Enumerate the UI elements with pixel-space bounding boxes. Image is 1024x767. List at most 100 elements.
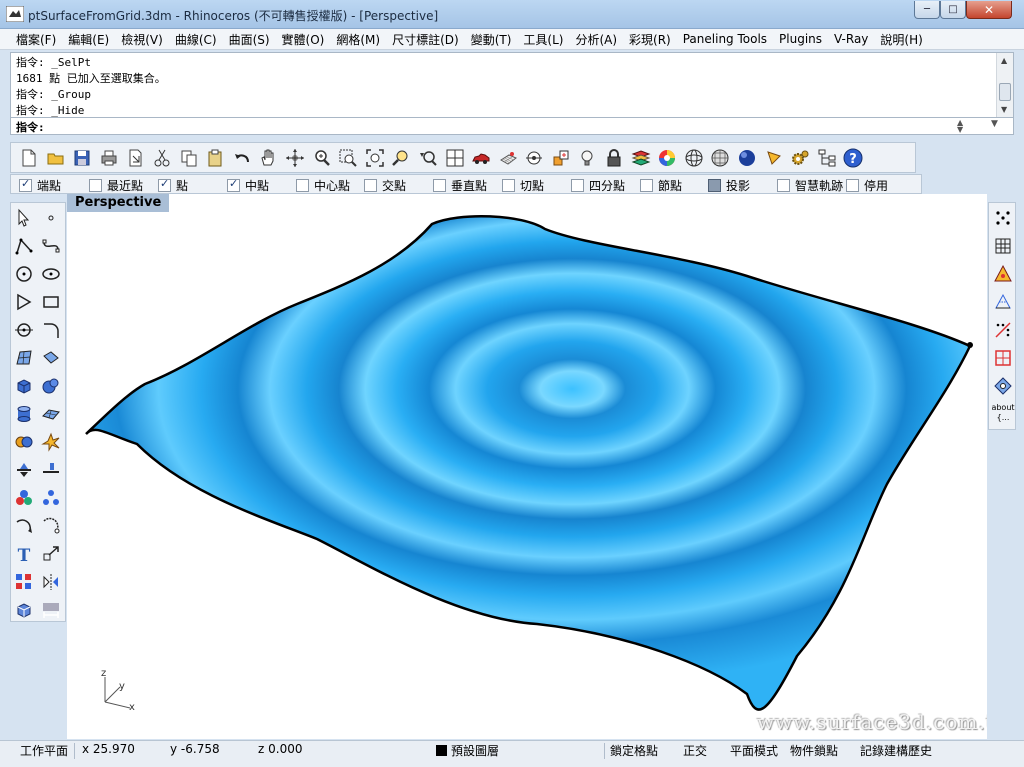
explode-grid-button[interactable]: [991, 345, 1015, 371]
cut-button[interactable]: [150, 146, 174, 170]
menu-plugins[interactable]: Plugins: [773, 32, 828, 46]
status-history[interactable]: 記錄建構歷史: [860, 742, 932, 759]
menu-mesh[interactable]: 網格(M): [330, 31, 386, 48]
new-button[interactable]: [17, 146, 41, 170]
menu-vray[interactable]: V-Ray: [828, 32, 874, 46]
undo-button[interactable]: [230, 146, 254, 170]
polygon-button[interactable]: [12, 289, 36, 315]
curve-button[interactable]: [39, 233, 63, 259]
checkbox[interactable]: [158, 177, 171, 192]
checkbox[interactable]: [640, 179, 653, 192]
osnap-smarttrack[interactable]: 智慧軌跡: [777, 177, 843, 194]
checkbox[interactable]: [364, 179, 377, 192]
osnap-perpendicular[interactable]: 垂直點: [433, 177, 487, 194]
ellipse-button[interactable]: [39, 261, 63, 287]
osnap-disable[interactable]: 停用: [846, 177, 888, 194]
four-viewports-button[interactable]: [443, 146, 467, 170]
open-button[interactable]: [44, 146, 68, 170]
block-button[interactable]: [12, 597, 36, 623]
help-button[interactable]: ?: [841, 146, 865, 170]
checkbox[interactable]: [846, 179, 859, 192]
points-on-button[interactable]: [991, 205, 1015, 231]
menu-file[interactable]: 檔案(F): [10, 31, 62, 48]
car-render-button[interactable]: [469, 146, 493, 170]
history-scrollbar[interactable]: ▲ ▼: [996, 53, 1013, 117]
boolean-button[interactable]: [12, 429, 36, 455]
control-grid-button[interactable]: [991, 233, 1015, 259]
point-button[interactable]: [39, 205, 63, 231]
status-ortho[interactable]: 正交: [683, 742, 707, 759]
maximize-button[interactable]: □: [940, 1, 966, 19]
copy-button[interactable]: [177, 146, 201, 170]
pan-button[interactable]: [256, 146, 280, 170]
text-button[interactable]: T: [12, 541, 36, 567]
menu-render[interactable]: 彩現(R): [623, 31, 677, 48]
checkbox[interactable]: [571, 179, 584, 192]
menu-dimension[interactable]: 尺寸標註(D): [386, 31, 465, 48]
status-osnap[interactable]: 物件鎖點: [790, 742, 838, 759]
osnap-center[interactable]: 中心點: [296, 177, 350, 194]
osnap-end[interactable]: 端點: [19, 177, 61, 194]
extrude-surface-button[interactable]: [39, 345, 63, 371]
osnap-mid[interactable]: 中點: [227, 177, 269, 194]
spin-arrows-icon[interactable]: ▲ ▼: [957, 119, 963, 134]
osnap-tangent[interactable]: 切點: [502, 177, 544, 194]
select-button[interactable]: [12, 205, 36, 231]
status-layer[interactable]: 預設圖層: [436, 742, 499, 759]
status-planar[interactable]: 平面模式: [730, 742, 778, 759]
menu-help[interactable]: 說明(H): [874, 31, 928, 48]
box-button[interactable]: [12, 373, 36, 399]
osnap-point[interactable]: 點: [158, 177, 188, 194]
cylinder-button[interactable]: [12, 401, 36, 427]
set-cplane-button[interactable]: [549, 146, 573, 170]
ripple-surface[interactable]: [67, 194, 987, 739]
fillet-button[interactable]: [39, 317, 63, 343]
menu-paneling-tools[interactable]: Paneling Tools: [677, 32, 773, 46]
rhino-app-icon[interactable]: [6, 6, 24, 22]
hierarchy-button[interactable]: [815, 146, 839, 170]
offset-button[interactable]: [12, 513, 36, 539]
rectangle-button[interactable]: [39, 289, 63, 315]
rotate-view-button[interactable]: [283, 146, 307, 170]
surface-button[interactable]: [12, 345, 36, 371]
checkbox[interactable]: [227, 177, 240, 192]
menu-tools[interactable]: 工具(L): [517, 31, 569, 48]
spotlight-button[interactable]: [762, 146, 786, 170]
menu-solid[interactable]: 實體(O): [276, 31, 331, 48]
snap-button[interactable]: [991, 373, 1015, 399]
command-input[interactable]: [61, 119, 941, 133]
distance-button[interactable]: [991, 317, 1015, 343]
scroll-up-icon[interactable]: ▲: [1001, 56, 1007, 65]
trim-button[interactable]: [39, 457, 63, 483]
osnap-project[interactable]: 投影: [708, 177, 750, 194]
menu-edit[interactable]: 編輯(E): [62, 31, 115, 48]
checkbox[interactable]: [433, 179, 446, 192]
undo-view-button[interactable]: [416, 146, 440, 170]
shaded-button[interactable]: [735, 146, 759, 170]
checkbox[interactable]: [89, 179, 102, 192]
plane-surface-button[interactable]: [39, 401, 63, 427]
circle-center-button[interactable]: [12, 317, 36, 343]
about-button[interactable]: about {...: [989, 403, 1017, 423]
osnap-quadrant[interactable]: 四分點: [571, 177, 625, 194]
menu-surface[interactable]: 曲面(S): [223, 31, 276, 48]
dropdown-arrow-icon[interactable]: ▼: [991, 119, 998, 129]
cplane-button[interactable]: [522, 146, 546, 170]
mirror-button[interactable]: [39, 569, 63, 595]
analyze-button[interactable]: [991, 261, 1015, 287]
lock-button[interactable]: [602, 146, 626, 170]
checkbox[interactable]: [708, 179, 721, 192]
checkbox[interactable]: [296, 179, 309, 192]
explode-button[interactable]: [39, 429, 63, 455]
menu-transform[interactable]: 變動(T): [465, 31, 518, 48]
zoom-dynamic-button[interactable]: [310, 146, 334, 170]
rebuild-button[interactable]: [39, 513, 63, 539]
options-button[interactable]: [788, 146, 812, 170]
array-button[interactable]: [12, 569, 36, 595]
osnap-near[interactable]: 最近點: [89, 177, 143, 194]
grid-button[interactable]: [496, 146, 520, 170]
perspective-viewport[interactable]: Perspective z y x www.surface3d.com.tw: [67, 194, 987, 739]
checkbox[interactable]: [502, 179, 515, 192]
checkbox[interactable]: [777, 179, 790, 192]
polyline-button[interactable]: [12, 233, 36, 259]
